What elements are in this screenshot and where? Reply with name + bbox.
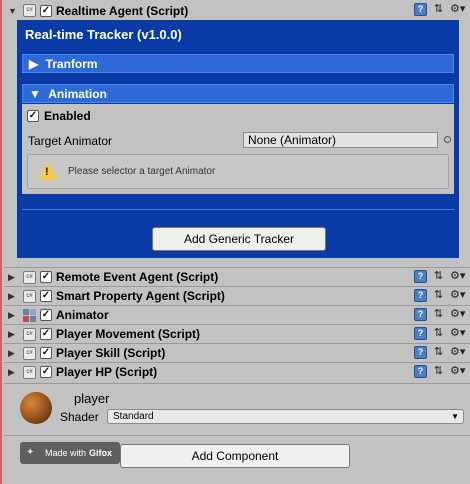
component-header-tools: ? ⇅ ⚙▾ xyxy=(414,3,466,16)
script-icon: c# xyxy=(23,4,36,17)
script-icon: c# xyxy=(23,327,36,341)
component-title: Animator xyxy=(56,308,109,322)
component-header-player-movement[interactable]: ▶ c# ✓ Player Movement (Script) ? ⇅ ⚙▾ xyxy=(4,324,470,343)
add-generic-tracker-button[interactable]: Add Generic Tracker xyxy=(152,227,326,251)
help-book-icon[interactable]: ? xyxy=(414,365,427,378)
enabled-checkbox[interactable]: ✓ xyxy=(27,110,39,122)
component-enable-checkbox[interactable]: ✓ xyxy=(40,290,52,302)
gifox-prefix: Made with xyxy=(45,448,87,458)
preset-sliders-icon[interactable]: ⇅ xyxy=(432,270,445,283)
component-enable-checkbox[interactable]: ✓ xyxy=(40,309,52,321)
fold-arrow-icon[interactable]: ▶ xyxy=(8,291,18,302)
section-transform-label: Tranform xyxy=(45,57,98,71)
collapsed-arrow-icon: ▶ xyxy=(29,57,39,71)
component-header-tools: ? ⇅ ⚙▾ xyxy=(414,308,466,321)
fold-arrow-icon[interactable]: ▶ xyxy=(8,367,18,378)
enabled-toggle-row[interactable]: ✓ Enabled xyxy=(27,109,91,123)
component-header-tools: ? ⇅ ⚙▾ xyxy=(414,289,466,302)
help-book-icon[interactable]: ? xyxy=(414,3,427,16)
script-icon: c# xyxy=(23,346,36,360)
gifox-watermark: ✦ Made with Gifox xyxy=(20,442,120,464)
fold-arrow-icon[interactable]: ▶ xyxy=(8,310,18,321)
component-enable-checkbox[interactable]: ✓ xyxy=(40,328,52,340)
component-header-remote-event-agent[interactable]: ▶ c# ✓ Remote Event Agent (Script) ? ⇅ ⚙… xyxy=(4,267,470,286)
object-picker-icon[interactable] xyxy=(444,136,451,143)
gear-menu-icon[interactable]: ⚙▾ xyxy=(450,3,466,16)
component-header-animator[interactable]: ▶ ✓ Animator ? ⇅ ⚙▾ xyxy=(4,305,470,324)
gear-menu-icon[interactable]: ⚙▾ xyxy=(450,270,466,283)
dropdown-arrow-icon: ▼ xyxy=(451,412,459,421)
gear-menu-icon[interactable]: ⚙▾ xyxy=(450,365,466,378)
shader-value: Standard xyxy=(113,411,154,422)
panel-title: Real-time Tracker (v1.0.0) xyxy=(25,27,182,42)
component-header-tools: ? ⇅ ⚙▾ xyxy=(414,365,466,378)
tracker-panel: Real-time Tracker (v1.0.0) ▶ Tranform ▼ … xyxy=(17,20,459,258)
section-animation-label: Animation xyxy=(48,87,107,101)
preset-sliders-icon[interactable]: ⇅ xyxy=(432,308,445,321)
enabled-label: Enabled xyxy=(44,109,91,123)
gifox-brand: Gifox xyxy=(89,448,113,458)
component-header-smart-property-agent[interactable]: ▶ c# ✓ Smart Property Agent (Script) ? ⇅… xyxy=(4,286,470,305)
script-icon: c# xyxy=(23,365,36,379)
gear-menu-icon[interactable]: ⚙▾ xyxy=(450,346,466,359)
script-icon: c# xyxy=(23,289,36,303)
help-book-icon[interactable]: ? xyxy=(414,270,427,283)
section-animation[interactable]: ▼ Animation xyxy=(22,84,454,103)
preset-sliders-icon[interactable]: ⇅ xyxy=(432,289,445,302)
gear-menu-icon[interactable]: ⚙▾ xyxy=(450,308,466,321)
component-header-tools: ? ⇅ ⚙▾ xyxy=(414,270,466,283)
help-book-icon[interactable]: ? xyxy=(414,346,427,359)
expanded-arrow-icon: ▼ xyxy=(29,87,41,101)
fold-arrow-icon[interactable]: ▶ xyxy=(8,329,18,340)
component-title: Realtime Agent (Script) xyxy=(56,3,189,18)
warning-text: Please selector a target Animator xyxy=(68,166,216,177)
component-title: Smart Property Agent (Script) xyxy=(56,289,225,303)
component-header-tools: ? ⇅ ⚙▾ xyxy=(414,346,466,359)
fold-arrow-icon[interactable]: ▶ xyxy=(8,272,18,283)
material-preview-sphere[interactable] xyxy=(20,392,52,424)
component-enable-checkbox[interactable]: ✓ xyxy=(40,366,52,378)
component-enable-checkbox[interactable]: ✓ xyxy=(40,4,52,17)
fold-arrow-icon[interactable]: ▶ xyxy=(8,348,18,359)
panel-divider xyxy=(22,209,454,210)
animation-section-body: ✓ Enabled Target Animator None (Animator… xyxy=(22,104,454,194)
animator-icon xyxy=(23,308,36,322)
component-header-player-hp[interactable]: ▶ c# ✓ Player HP (Script) ? ⇅ ⚙▾ xyxy=(4,362,470,381)
component-enable-checkbox[interactable]: ✓ xyxy=(40,347,52,359)
target-animator-label: Target Animator xyxy=(28,134,113,148)
gifox-fox-icon: ✦ xyxy=(26,447,35,458)
component-header-tools: ? ⇅ ⚙▾ xyxy=(414,327,466,340)
gear-menu-icon[interactable]: ⚙▾ xyxy=(450,327,466,340)
component-title: Player HP (Script) xyxy=(56,365,158,379)
fold-arrow-icon[interactable]: ▼ xyxy=(8,6,18,16)
component-title: Remote Event Agent (Script) xyxy=(56,270,219,284)
component-enable-checkbox[interactable]: ✓ xyxy=(40,271,52,283)
preset-sliders-icon[interactable]: ⇅ xyxy=(432,3,445,16)
component-header-player-skill[interactable]: ▶ c# ✓ Player Skill (Script) ? ⇅ ⚙▾ xyxy=(4,343,470,362)
selection-edge-line xyxy=(0,0,2,484)
help-book-icon[interactable]: ? xyxy=(414,289,427,302)
help-book-icon[interactable]: ? xyxy=(414,308,427,321)
preset-sliders-icon[interactable]: ⇅ xyxy=(432,346,445,359)
add-component-button[interactable]: Add Component xyxy=(120,444,350,468)
component-title: Player Movement (Script) xyxy=(56,327,201,341)
material-row: player Shader Standard ▼ xyxy=(4,383,470,431)
gear-menu-icon[interactable]: ⚙▾ xyxy=(450,289,466,302)
warning-mark: ! xyxy=(45,166,49,178)
help-book-icon[interactable]: ? xyxy=(414,327,427,340)
component-header-realtime-agent[interactable]: ▼ c# ✓ Realtime Agent (Script) ? ⇅ ⚙▾ xyxy=(4,1,470,20)
footer-divider xyxy=(4,435,470,436)
script-icon: c# xyxy=(23,270,36,284)
warning-helpbox: ! Please selector a target Animator xyxy=(27,154,449,189)
material-name: player xyxy=(74,391,110,406)
component-title: Player Skill (Script) xyxy=(56,346,166,360)
section-transform[interactable]: ▶ Tranform xyxy=(22,54,454,73)
shader-label: Shader xyxy=(60,410,99,424)
shader-dropdown[interactable]: Standard ▼ xyxy=(107,409,464,424)
preset-sliders-icon[interactable]: ⇅ xyxy=(432,365,445,378)
preset-sliders-icon[interactable]: ⇅ xyxy=(432,327,445,340)
target-animator-field[interactable]: None (Animator) xyxy=(243,132,438,148)
